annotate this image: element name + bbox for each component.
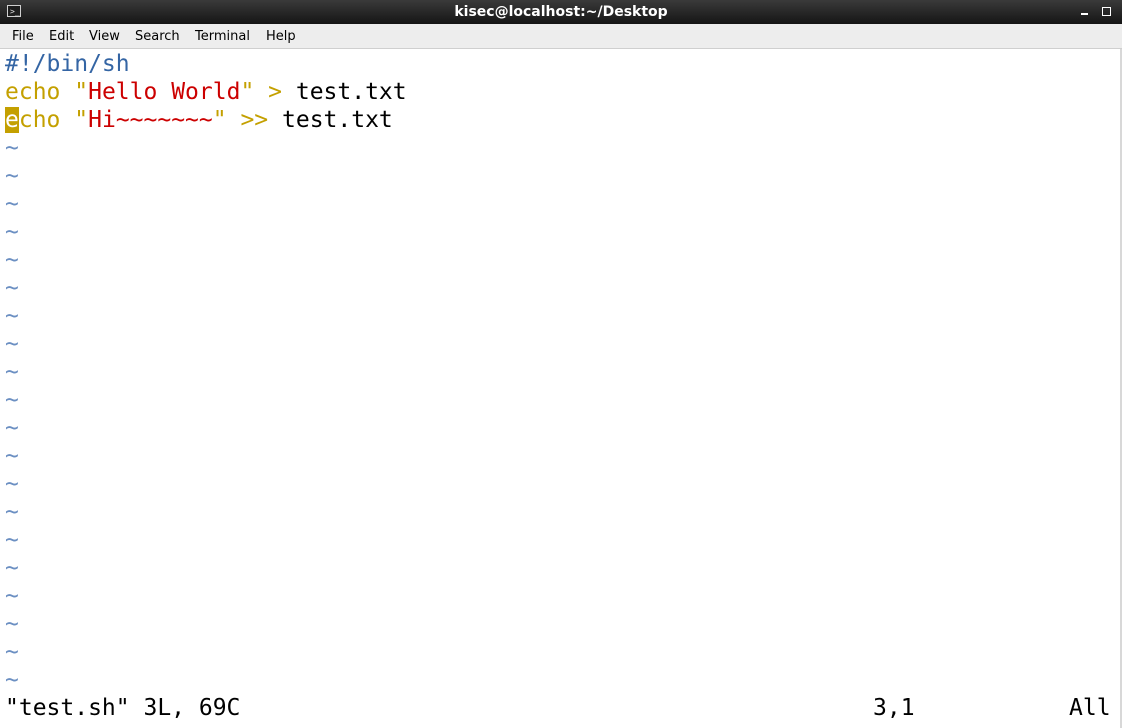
quote-open: ": [74, 79, 89, 105]
menu-search[interactable]: Search: [135, 24, 180, 48]
empty-line-marker: ~: [5, 583, 19, 609]
empty-line-marker: ~: [5, 527, 19, 553]
scroll-indicator: All: [1069, 695, 1111, 721]
terminal-window: >_ kisec@localhost:~/Desktop File Edit V…: [0, 0, 1122, 728]
empty-line-marker: ~: [5, 135, 19, 161]
code-line-1: #!/bin/sh: [5, 51, 130, 77]
redirect-operator: >: [254, 79, 296, 105]
empty-line-marker: ~: [5, 359, 19, 385]
quote-close: ": [240, 79, 255, 105]
maximize-button[interactable]: [1096, 0, 1116, 24]
string-literal: Hi~~~~~~~: [88, 107, 213, 133]
empty-line-marker: ~: [5, 555, 19, 581]
keyword-echo: cho: [18, 107, 61, 133]
menu-file[interactable]: File: [12, 24, 34, 48]
terminal-icon[interactable]: >_: [7, 5, 21, 17]
menu-terminal[interactable]: Terminal: [195, 24, 250, 48]
menu-help[interactable]: Help: [266, 24, 296, 48]
quote-open: ": [74, 107, 89, 133]
minimize-icon: [1080, 12, 1088, 15]
empty-line-marker: ~: [5, 443, 19, 469]
empty-line-marker: ~: [5, 639, 19, 665]
code-line-2: echo "Hello World" > test.txt: [5, 78, 407, 106]
file-info: "test.sh" 3L, 69C: [5, 695, 241, 721]
string-literal: Hello World: [88, 79, 241, 105]
empty-line-marker: ~: [5, 247, 19, 273]
filename: test.txt: [282, 107, 393, 133]
menu-view[interactable]: View: [89, 24, 120, 48]
empty-line-marker: ~: [5, 471, 19, 497]
empty-line-marker: ~: [5, 219, 19, 245]
status-line: "test.sh" 3L, 69C 3,1 All: [5, 694, 1117, 722]
keyword-echo: echo: [5, 79, 61, 105]
menu-edit[interactable]: Edit: [49, 24, 74, 48]
empty-line-marker: ~: [5, 163, 19, 189]
empty-line-marker: ~: [5, 387, 19, 413]
empty-line-marker: ~: [5, 275, 19, 301]
empty-line-marker: ~: [5, 611, 19, 637]
quote-close: ": [212, 107, 227, 133]
text-cursor: e: [5, 107, 19, 133]
menu-bar: File Edit View Search Terminal Help: [0, 24, 1122, 49]
title-bar[interactable]: >_ kisec@localhost:~/Desktop: [0, 0, 1122, 24]
maximize-icon: [1101, 7, 1111, 16]
code-line-3: echo "Hi~~~~~~~" >> test.txt: [5, 106, 393, 134]
empty-line-marker: ~: [5, 303, 19, 329]
minimize-button[interactable]: [1074, 0, 1094, 24]
empty-line-marker: ~: [5, 191, 19, 217]
empty-line-marker: ~: [5, 331, 19, 357]
window-title: kisec@localhost:~/Desktop: [454, 4, 668, 20]
empty-line-marker: ~: [5, 667, 19, 693]
empty-line-marker: ~: [5, 499, 19, 525]
cursor-position: 3,1: [873, 695, 915, 721]
append-operator: >>: [226, 107, 282, 133]
vim-editor[interactable]: #!/bin/sh echo "Hello World" > test.txt …: [5, 50, 1117, 722]
filename: test.txt: [295, 79, 407, 105]
empty-line-marker: ~: [5, 415, 19, 441]
